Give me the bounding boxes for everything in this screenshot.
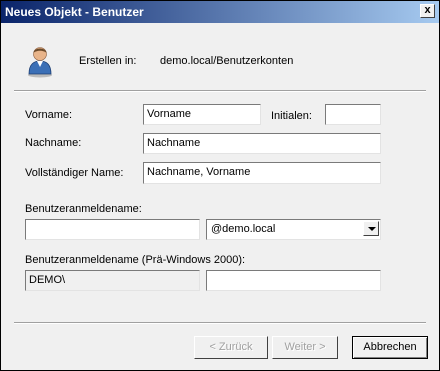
title-bar: Neues Objekt - Benutzer x <box>1 1 439 23</box>
last-name-label: Nachname: <box>25 137 82 149</box>
create-in-label: Erstellen in: <box>79 55 137 67</box>
first-name-field[interactable]: Vorname <box>143 104 261 125</box>
last-name-field[interactable]: Nachname <box>143 133 381 154</box>
logon-name-field[interactable] <box>25 219 200 240</box>
create-in-path: demo.local/Benutzerkonten <box>160 55 294 67</box>
full-name-field[interactable]: Nachname, Vorname <box>143 162 381 184</box>
domain-suffix-value: @demo.local <box>211 223 276 235</box>
close-icon: x <box>424 4 431 16</box>
domain-suffix-select[interactable]: @demo.local <box>206 219 381 240</box>
user-icon <box>26 44 54 78</box>
pre2000-domain-field: DEMO\ <box>25 270 200 291</box>
chevron-down-icon[interactable] <box>363 221 379 236</box>
pre2000-label: Benutzeranmeldename (Prä-Windows 2000): <box>25 254 246 266</box>
logon-name-label: Benutzeranmeldename: <box>25 203 142 215</box>
cancel-button[interactable]: Abbrechen <box>352 336 428 359</box>
back-button[interactable]: < Zurück <box>194 336 268 359</box>
window-title: Neues Objekt - Benutzer <box>5 5 144 19</box>
initials-field[interactable] <box>325 104 381 125</box>
next-button[interactable]: Weiter > <box>272 336 338 359</box>
pre2000-name-field[interactable] <box>206 270 381 291</box>
header-separator <box>14 90 426 92</box>
first-name-label: Vorname: <box>25 109 73 121</box>
close-button[interactable]: x <box>420 4 435 18</box>
initials-label: Initialen: <box>271 110 312 122</box>
new-user-dialog: Neues Objekt - Benutzer x Erstellen in: … <box>0 0 440 371</box>
footer-separator <box>14 322 426 324</box>
full-name-label: Vollständiger Name: <box>25 167 124 179</box>
